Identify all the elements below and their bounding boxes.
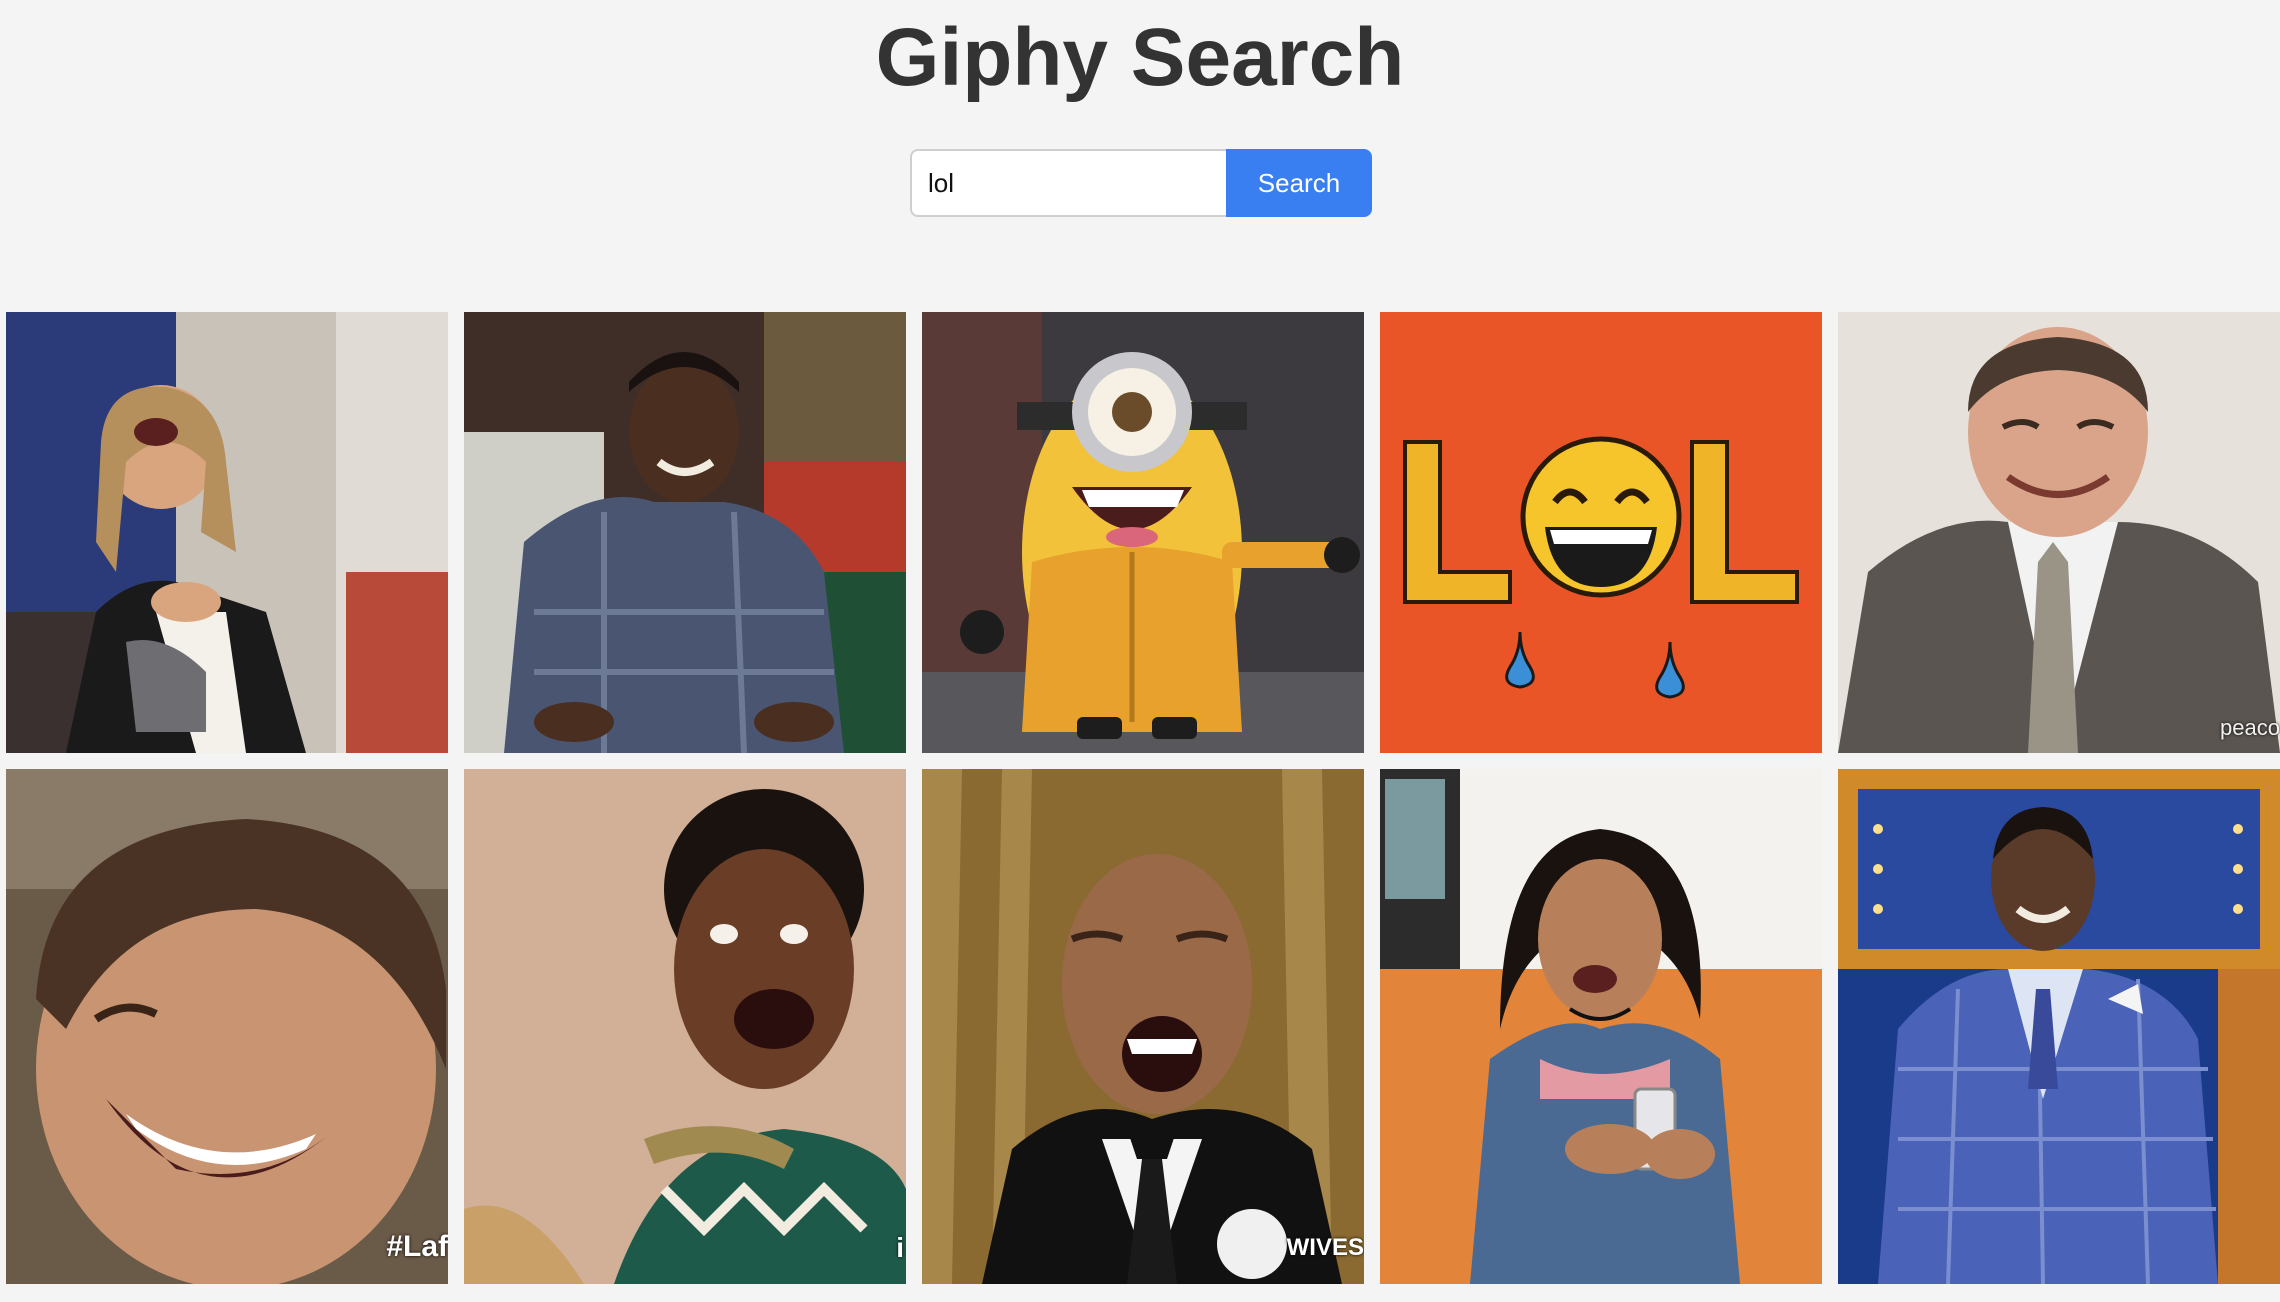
gif-watermark: peaco xyxy=(2220,715,2280,740)
gif-result[interactable]: peaco xyxy=(1838,312,2280,753)
gif-result[interactable]: i xyxy=(464,769,906,1284)
page-title: Giphy Search xyxy=(875,12,1405,103)
gif-result[interactable] xyxy=(1838,769,2280,1284)
gif-image-laughing-young-man xyxy=(6,769,448,1284)
gif-result[interactable] xyxy=(1380,312,1822,753)
gif-image-laughing-woman-phone xyxy=(1380,769,1822,1284)
gif-caption: i xyxy=(896,1232,904,1263)
gif-image-minion xyxy=(922,312,1364,753)
search-button[interactable]: Search xyxy=(1226,149,1372,217)
gif-image-lol-emoji xyxy=(1380,312,1822,753)
gif-result[interactable] xyxy=(1380,769,1822,1284)
gif-image-laughing-woman-curly xyxy=(464,769,906,1284)
gif-image-laughing-bald-man xyxy=(1838,312,2280,753)
search-form: Search xyxy=(910,149,1372,217)
gif-image-laughing-man-blue-suit xyxy=(1838,769,2280,1284)
gif-image-smiling-man xyxy=(464,312,906,753)
giphy-search-page: Giphy Search Search xyxy=(0,0,2280,1302)
search-input[interactable] xyxy=(910,149,1226,217)
gif-image-laughing-man-tuxedo xyxy=(922,769,1364,1284)
results-grid: peaco #Laf i WIVES xyxy=(6,312,2280,1284)
gif-image-laughing-woman xyxy=(6,312,448,753)
gif-result[interactable]: WIVES xyxy=(922,769,1364,1284)
gif-result[interactable]: #Laf xyxy=(6,769,448,1284)
gif-caption: #Laf xyxy=(386,1230,448,1263)
gif-watermark: WIVES xyxy=(1286,1234,1364,1261)
gif-result[interactable] xyxy=(6,312,448,753)
gif-result[interactable] xyxy=(464,312,906,753)
gif-result[interactable] xyxy=(922,312,1364,753)
